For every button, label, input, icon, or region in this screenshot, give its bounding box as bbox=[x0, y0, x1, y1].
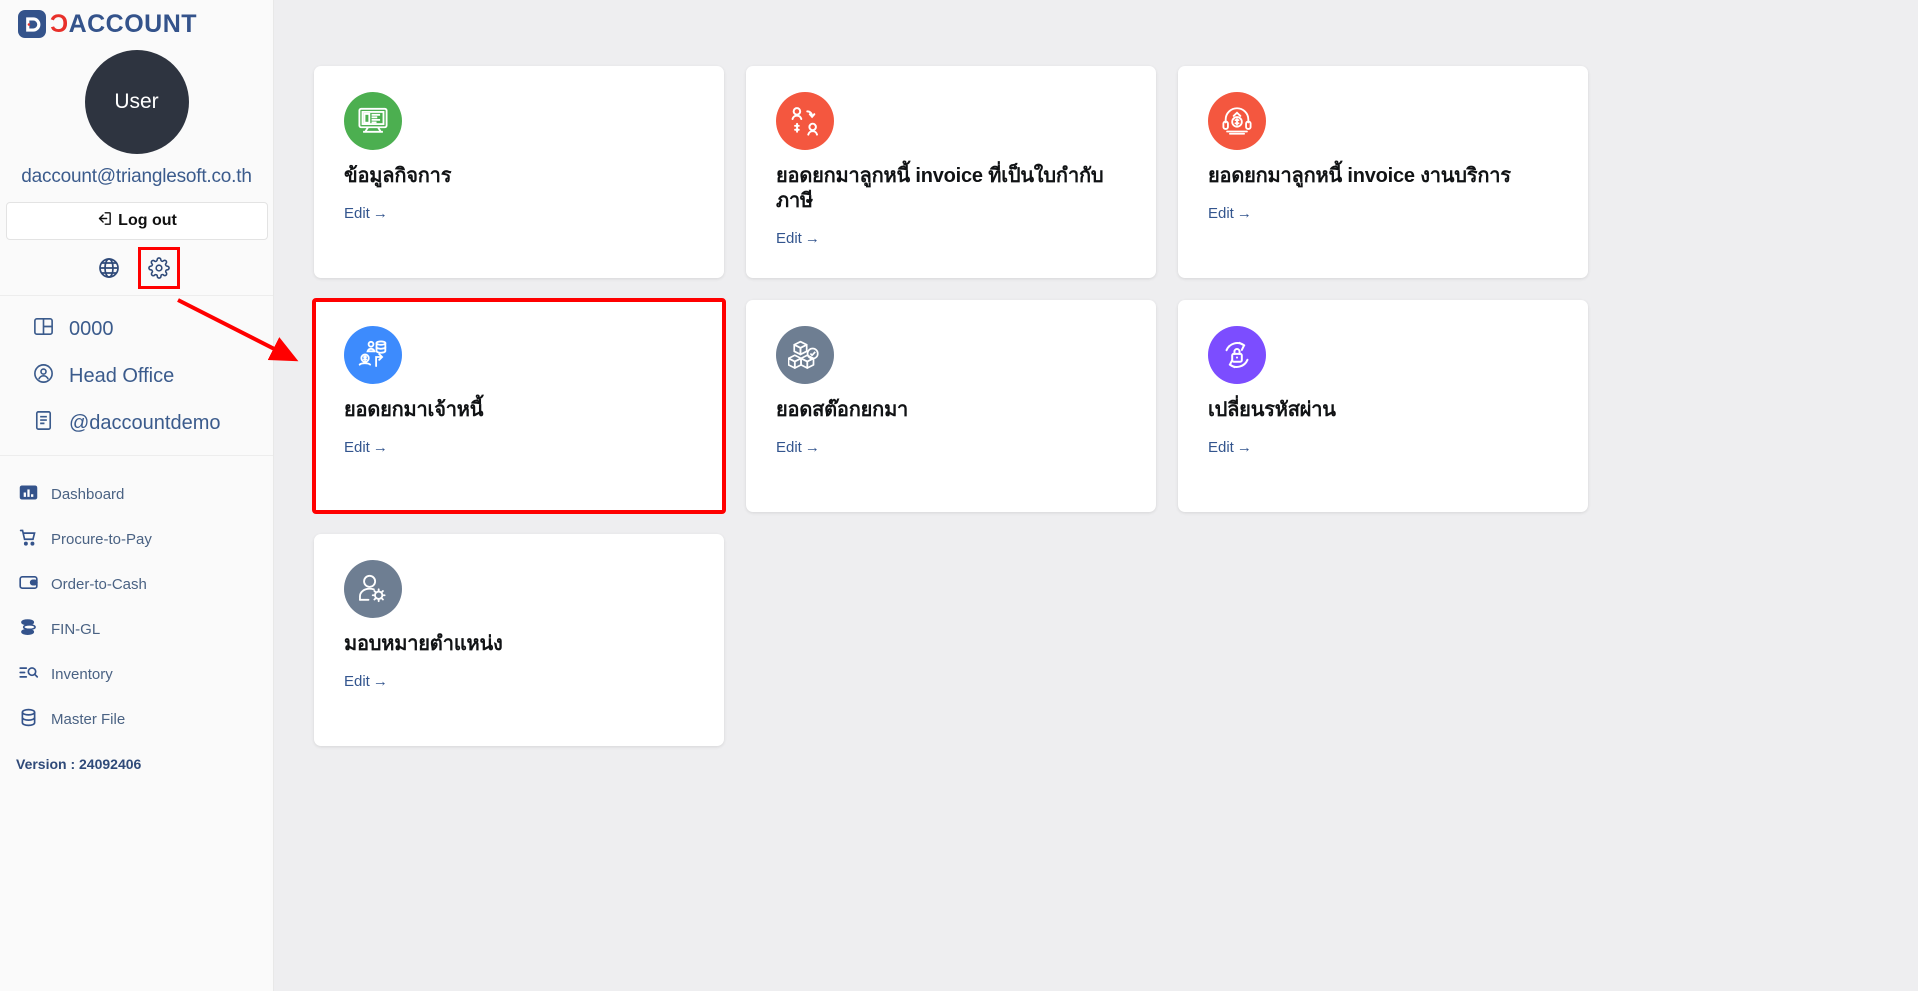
card-edit-link[interactable]: Edit → bbox=[776, 230, 820, 247]
edit-label: Edit bbox=[776, 439, 802, 456]
sidebar-item-label: Order-to-Cash bbox=[51, 576, 147, 593]
card-title: มอบหมายตำแหน่ง bbox=[344, 633, 503, 655]
sidebar-item-label: Inventory bbox=[51, 666, 113, 683]
arrow-right-icon: → bbox=[1236, 439, 1252, 456]
language-globe-icon[interactable] bbox=[94, 253, 124, 283]
logo-text: ƆACCOUNT bbox=[50, 9, 198, 38]
card-icon-wrap bbox=[344, 560, 402, 618]
card-ar-opening-tax-invoice[interactable]: ยอดยกมาลูกหนี้ invoice ที่เป็นใบกำกับภาษ… bbox=[746, 66, 1156, 278]
card-business-info[interactable]: ข้อมูลกิจการ Edit → bbox=[314, 66, 724, 278]
sidebar: ƆACCOUNT User daccount@trianglesoft.co.t… bbox=[0, 0, 274, 991]
sidebar-item-label: Head Office bbox=[69, 365, 175, 387]
arrow-right-icon: → bbox=[1236, 205, 1252, 222]
sidebar-item-procure-to-pay[interactable]: Procure-to-Pay bbox=[0, 517, 273, 562]
sidebar-item-label: Procure-to-Pay bbox=[51, 531, 152, 548]
sidebar-item-fin-gl[interactable]: FIN-GL bbox=[0, 607, 273, 652]
arrow-right-icon: → bbox=[372, 673, 388, 690]
edit-label: Edit bbox=[344, 205, 370, 222]
card-accounts-payable[interactable]: ยอดยกมาเจ้าหนี้ Edit → bbox=[312, 298, 726, 514]
card-icon-wrap bbox=[344, 326, 402, 384]
sidebar-item-dashboard[interactable]: Dashboard bbox=[0, 472, 273, 517]
arrow-right-icon: → bbox=[804, 439, 820, 456]
settings-card-grid: ข้อมูลกิจการ Edit → ยอดยกมาลูกหนี้ invoi bbox=[312, 66, 1588, 746]
app-root: ƆACCOUNT User daccount@trianglesoft.co.t… bbox=[0, 0, 1918, 991]
arrow-right-icon: → bbox=[372, 205, 388, 222]
card-icon-wrap bbox=[1208, 326, 1266, 384]
card-edit-link[interactable]: Edit → bbox=[344, 439, 388, 456]
app-logo[interactable]: ƆACCOUNT bbox=[0, 0, 273, 44]
sidebar-icon-row bbox=[0, 240, 273, 296]
document-icon bbox=[32, 409, 55, 438]
card-title: เปลี่ยนรหัสผ่าน bbox=[1208, 399, 1336, 421]
logout-icon bbox=[96, 210, 113, 232]
sidebar-item-inventory[interactable]: Inventory bbox=[0, 652, 273, 697]
database-icon bbox=[18, 707, 39, 732]
arrow-right-icon: → bbox=[804, 230, 820, 247]
edit-label: Edit bbox=[344, 673, 370, 690]
card-title: ข้อมูลกิจการ bbox=[344, 165, 452, 187]
user-circle-icon bbox=[32, 362, 55, 391]
card-assign-position[interactable]: มอบหมายตำแหน่ง Edit → bbox=[314, 534, 724, 746]
card-title: ยอดยกมาลูกหนี้ invoice ที่เป็นใบกำกับภาษ… bbox=[776, 165, 1104, 212]
sidebar-item-label: 0000 bbox=[69, 318, 114, 340]
card-title: ยอดยกมาลูกหนี้ invoice งานบริการ bbox=[1208, 165, 1511, 187]
logo-mark-icon bbox=[18, 10, 46, 38]
logout-label: Log out bbox=[118, 212, 177, 229]
edit-label: Edit bbox=[1208, 205, 1234, 222]
card-stock-opening[interactable]: ยอดสต๊อกยกมา Edit → bbox=[746, 300, 1156, 512]
card-edit-link[interactable]: Edit → bbox=[344, 673, 388, 690]
user-profile-block: User daccount@trianglesoft.co.th Log out bbox=[0, 44, 273, 240]
card-title: ยอดสต๊อกยกมา bbox=[776, 399, 909, 421]
card-icon-wrap bbox=[344, 92, 402, 150]
sidebar-item-order-to-cash[interactable]: Order-to-Cash bbox=[0, 562, 273, 607]
main-navigation: Dashboard Procure-to-Pay Order-to-Cash F… bbox=[0, 456, 273, 742]
version-label: Version : 24092406 bbox=[16, 756, 142, 772]
card-icon-wrap bbox=[776, 92, 834, 150]
card-icon-wrap bbox=[1208, 92, 1266, 150]
card-edit-link[interactable]: Edit → bbox=[1208, 439, 1252, 456]
sidebar-item-label: Dashboard bbox=[51, 486, 125, 503]
sidebar-item-label: @daccountdemo bbox=[69, 412, 221, 434]
sidebar-item-label: Master File bbox=[51, 711, 126, 728]
shopping-cart-icon bbox=[18, 527, 39, 552]
logo-text-rest: ACCOUNT bbox=[68, 9, 198, 38]
sidebar-item-tenant[interactable]: @daccountdemo bbox=[0, 400, 273, 447]
arrow-right-icon: → bbox=[372, 439, 388, 456]
logo-text-d: Ɔ bbox=[50, 9, 69, 38]
logout-button[interactable]: Log out bbox=[5, 202, 268, 240]
main-content: ข้อมูลกิจการ Edit → ยอดยกมาลูกหนี้ invoi bbox=[274, 0, 1918, 991]
edit-label: Edit bbox=[776, 230, 802, 247]
wallet-icon bbox=[18, 572, 39, 597]
edit-label: Edit bbox=[344, 439, 370, 456]
coins-stack-icon bbox=[18, 617, 39, 642]
context-list: 0000 Head Office @daccountdemo bbox=[0, 296, 273, 456]
edit-label: Edit bbox=[1208, 439, 1234, 456]
card-icon-wrap bbox=[776, 326, 834, 384]
bar-chart-icon bbox=[18, 482, 39, 507]
list-search-icon bbox=[18, 662, 39, 687]
card-ar-opening-service[interactable]: ยอดยกมาลูกหนี้ invoice งานบริการ Edit → bbox=[1178, 66, 1588, 278]
avatar: User bbox=[84, 50, 189, 154]
sidebar-item-branch-code[interactable]: 0000 bbox=[0, 306, 273, 353]
card-edit-link[interactable]: Edit → bbox=[1208, 205, 1252, 222]
card-title: ยอดยกมาเจ้าหนี้ bbox=[344, 399, 484, 421]
sidebar-item-head-office[interactable]: Head Office bbox=[0, 353, 273, 400]
card-edit-link[interactable]: Edit → bbox=[776, 439, 820, 456]
card-edit-link[interactable]: Edit → bbox=[344, 205, 388, 222]
book-icon bbox=[32, 315, 55, 344]
card-change-password[interactable]: เปลี่ยนรหัสผ่าน Edit → bbox=[1178, 300, 1588, 512]
sidebar-item-master-file[interactable]: Master File bbox=[0, 697, 273, 742]
sidebar-item-label: FIN-GL bbox=[51, 621, 101, 638]
user-email: daccount@trianglesoft.co.th bbox=[21, 166, 252, 187]
settings-gear-icon[interactable] bbox=[137, 246, 180, 289]
